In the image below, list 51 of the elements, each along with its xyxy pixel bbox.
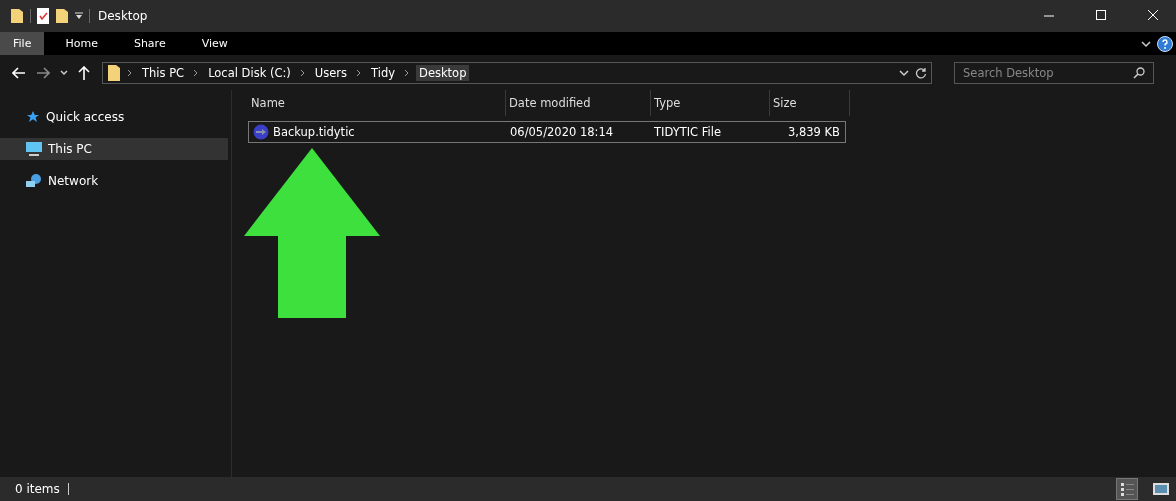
star-icon — [26, 110, 40, 124]
sidebar-item[interactable]: Network — [0, 170, 228, 192]
column-header[interactable]: Size — [770, 90, 850, 116]
chevron-right-icon[interactable] — [299, 68, 306, 77]
chevron-down-icon[interactable] — [1141, 39, 1151, 48]
search-icon[interactable] — [1133, 66, 1145, 79]
column-header[interactable]: Name — [248, 90, 506, 116]
sidebar-item[interactable]: This PC — [0, 138, 228, 160]
file-icon — [253, 124, 269, 140]
column-header[interactable]: Date modified — [506, 90, 651, 116]
table-cell-text: 06/05/2020 18:14 — [509, 124, 615, 141]
folder-icon[interactable] — [10, 8, 24, 24]
folder-icon[interactable] — [55, 8, 69, 24]
item-count: 0 items — [15, 482, 60, 496]
breadcrumb-item[interactable]: Local Disk (C:) — [205, 64, 294, 81]
chevron-right-icon[interactable] — [193, 68, 200, 77]
refresh-icon[interactable] — [915, 66, 927, 79]
file-row[interactable]: Backup.tidytic 06/05/2020 18:14 TIDYTIC File 3,839 KB — [248, 121, 846, 143]
chevron-right-icon[interactable] — [356, 68, 363, 77]
chevron-right-icon[interactable] — [404, 68, 411, 77]
table-cell-text: 3,839 KB — [787, 124, 841, 141]
ribbon-tab[interactable]: View — [186, 32, 243, 55]
forward-arrow-icon[interactable] — [36, 66, 50, 79]
dropdown-icon[interactable] — [75, 12, 83, 20]
breadcrumb-item[interactable]: Desktop — [416, 64, 470, 81]
chevron-down-icon[interactable] — [899, 68, 909, 77]
folder-icon — [107, 63, 121, 82]
monitor-icon — [26, 142, 42, 156]
table-cell-text: TIDYTIC File — [653, 124, 722, 141]
chevron-down-icon[interactable] — [60, 69, 68, 76]
chevron-right-icon[interactable] — [127, 68, 133, 77]
help-icon[interactable] — [1157, 35, 1173, 52]
address-bar[interactable]: This PC Local Disk (C:) Users Tidy Desktop — [102, 61, 932, 84]
search-field[interactable]: Search Desktop — [954, 61, 1154, 84]
breadcrumb-item[interactable]: Users — [311, 64, 351, 81]
back-arrow-icon[interactable] — [12, 66, 26, 79]
ribbon-tab[interactable]: Share — [118, 32, 181, 55]
file-name: Backup.tidytic — [273, 125, 355, 139]
breadcrumb-item[interactable]: This PC — [139, 64, 188, 81]
window-title: Desktop — [98, 9, 148, 23]
ribbon-tab[interactable]: File — [0, 32, 45, 55]
up-arrow-icon[interactable] — [78, 65, 90, 80]
checklist-icon[interactable] — [37, 8, 49, 24]
column-header[interactable]: Type — [651, 90, 770, 116]
view-button[interactable] — [1116, 478, 1138, 500]
breadcrumb-item[interactable]: Tidy — [368, 64, 399, 81]
thumbnails-view-icon — [1153, 483, 1169, 495]
sidebar-item[interactable]: Quick access — [0, 106, 228, 128]
details-view-icon — [1120, 482, 1134, 496]
network-icon — [26, 173, 42, 189]
ribbon-tab[interactable]: Home — [50, 32, 113, 55]
